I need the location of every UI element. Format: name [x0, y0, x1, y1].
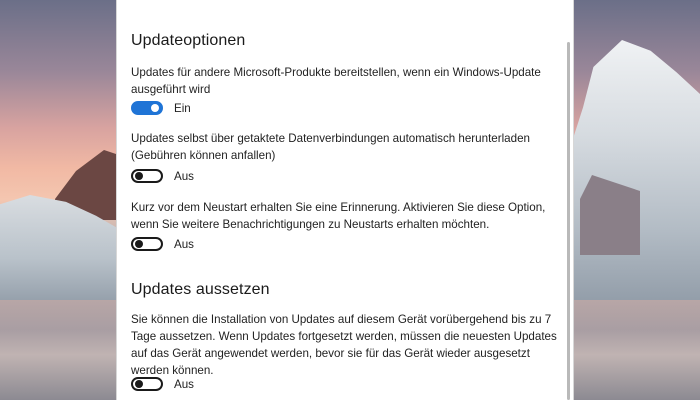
toggle-knob: [135, 172, 143, 180]
section-heading-updates-aussetzen: Updates aussetzen: [131, 281, 270, 298]
toggle-state-label: Ein: [174, 102, 191, 115]
toggle-metered-connection[interactable]: [131, 169, 163, 183]
toggle-knob: [135, 380, 143, 388]
section-heading-updateoptionen: Updateoptionen: [131, 32, 246, 49]
option-description-metered-connection: Updates selbst über getaktete Datenverbi…: [131, 132, 530, 162]
toggle-pause-updates[interactable]: [131, 377, 163, 391]
toggle-state-label: Aus: [174, 378, 194, 391]
wallpaper-iceberg-right: [570, 40, 700, 310]
toggle-other-products[interactable]: [131, 101, 163, 115]
option-description-pause-updates: Sie können die Installation von Updates …: [131, 313, 557, 377]
toggle-restart-reminder[interactable]: [131, 237, 163, 251]
option-description-restart-reminder: Kurz vor dem Neustart erhalten Sie eine …: [131, 201, 546, 231]
option-description-other-products: Updates für andere Microsoft-Produkte be…: [131, 66, 541, 96]
toggle-state-label: Aus: [174, 238, 194, 251]
toggle-state-label: Aus: [174, 170, 194, 183]
toggle-knob: [151, 104, 159, 112]
toggle-knob: [135, 240, 143, 248]
vertical-scrollbar[interactable]: [567, 42, 570, 400]
